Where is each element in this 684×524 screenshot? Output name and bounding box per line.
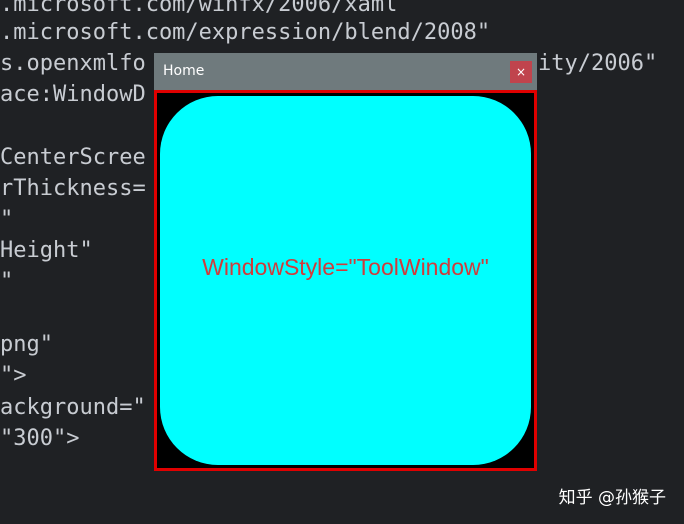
title-bar[interactable]: Home × (154, 53, 537, 90)
code-line: Height" (0, 238, 93, 263)
window-client-area: WindowStyle="ToolWindow" (154, 90, 537, 471)
code-line: ace:WindowD (0, 82, 146, 107)
code-line: ackground=" (0, 395, 146, 420)
tool-window: Home × WindowStyle="ToolWindow" (154, 53, 537, 471)
close-icon: × (515, 65, 527, 79)
code-line: .microsoft.com/expression/blend/2008" (0, 20, 491, 45)
code-line: "300"> (0, 426, 80, 451)
code-line: .microsoft.com/winfx/2006/xaml (0, 0, 398, 17)
panel-text: WindowStyle="ToolWindow" (202, 254, 489, 280)
close-button[interactable]: × (510, 61, 532, 83)
rounded-panel: WindowStyle="ToolWindow" (160, 96, 531, 465)
code-line: CenterScree (0, 145, 146, 170)
code-line: "> (0, 363, 27, 388)
code-line: rThickness= (0, 176, 146, 201)
code-line: s.openxmlfo (0, 51, 146, 76)
window-title: Home (163, 63, 205, 79)
code-line: " (0, 269, 14, 294)
code-line: " (0, 207, 14, 232)
code-line: ity/2006" (538, 51, 658, 76)
code-line: png" (0, 332, 53, 357)
watermark: 知乎 @孙猴子 (558, 488, 666, 508)
